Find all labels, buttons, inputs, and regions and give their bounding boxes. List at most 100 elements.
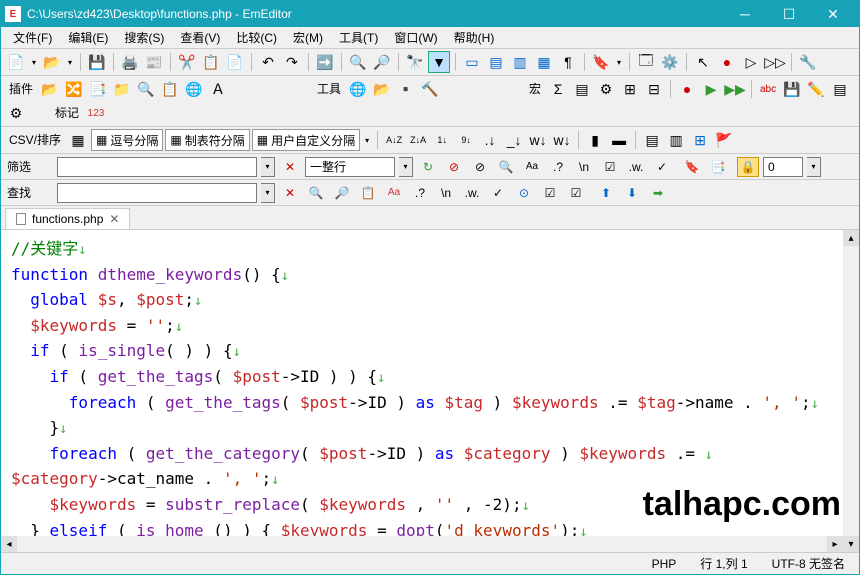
close-icon[interactable]: ✕ bbox=[109, 212, 119, 226]
save-icon[interactable]: 💾 bbox=[86, 51, 108, 73]
replace-icon[interactable]: 🔎 bbox=[371, 51, 393, 73]
cursor-icon[interactable]: ↖ bbox=[692, 51, 714, 73]
filter-num-icon[interactable]: ☑ bbox=[599, 157, 621, 177]
code-line[interactable]: foreach ( get_the_category( $post->ID ) … bbox=[11, 441, 849, 467]
menu-tools[interactable]: 工具(T) bbox=[331, 27, 386, 48]
filter-clear-icon[interactable]: ✕ bbox=[279, 157, 301, 177]
filter-lock-icon[interactable]: 🔒 bbox=[737, 157, 759, 177]
whitespace-icon[interactable]: ¶ bbox=[557, 51, 579, 73]
tool-icon[interactable]: 🔨 bbox=[419, 78, 441, 100]
csv-user-button[interactable]: ▦用户自定义分隔 bbox=[252, 129, 360, 151]
flag-icon[interactable]: 🚩 bbox=[713, 129, 735, 151]
dropdown-icon[interactable]: ▾ bbox=[362, 129, 372, 151]
find-wrap-icon[interactable]: ☑ bbox=[539, 183, 561, 203]
macro-save-icon[interactable]: 💾 bbox=[781, 78, 803, 100]
find-cnt-icon[interactable]: ☑ bbox=[565, 183, 587, 203]
code-line[interactable]: //关键字↓ bbox=[11, 236, 849, 262]
cut-icon[interactable]: ✂️ bbox=[176, 51, 198, 73]
filter-icon[interactable]: ▼ bbox=[428, 51, 450, 73]
find-next-icon[interactable]: 🔎 bbox=[331, 183, 353, 203]
menu-macro[interactable]: 宏(M) bbox=[285, 27, 331, 48]
sort-len2-icon[interactable]: _↓ bbox=[503, 129, 525, 151]
find-inc2-icon[interactable]: ✓ bbox=[487, 183, 509, 203]
plugin-search-icon[interactable]: 🔍 bbox=[135, 78, 157, 100]
bookmark-icon[interactable]: 🔖 bbox=[590, 51, 612, 73]
macro-select-icon[interactable]: ▤ bbox=[829, 78, 851, 100]
code-line[interactable]: if ( is_single( ) ) {↓ bbox=[11, 338, 849, 364]
menu-view[interactable]: 查看(V) bbox=[172, 27, 228, 48]
macro-b-icon[interactable]: ⊟ bbox=[643, 78, 665, 100]
find-in-files-icon[interactable]: 🔭 bbox=[404, 51, 426, 73]
macro-a-icon[interactable]: ⊞ bbox=[619, 78, 641, 100]
menu-help[interactable]: 帮助(H) bbox=[446, 27, 503, 48]
find-word2-icon[interactable]: .w. bbox=[461, 183, 483, 203]
plugin-outline-icon[interactable]: 📑 bbox=[87, 78, 109, 100]
new-icon[interactable]: 📄 bbox=[5, 51, 27, 73]
code-line[interactable]: function dtheme_keywords() {↓ bbox=[11, 262, 849, 288]
cmd-icon[interactable]: ▪️ bbox=[395, 78, 417, 100]
filter-abort-icon[interactable]: ⊘ bbox=[443, 157, 465, 177]
play-icon[interactable]: ▷ bbox=[740, 51, 762, 73]
macro-spell-icon[interactable]: abc bbox=[757, 78, 779, 100]
bookmark2-icon[interactable]: ▥ bbox=[665, 129, 687, 151]
macro-edit-icon[interactable]: ✏️ bbox=[805, 78, 827, 100]
redo-icon[interactable]: ↷ bbox=[281, 51, 303, 73]
filter-refresh-icon[interactable]: ↻ bbox=[417, 157, 439, 177]
open-icon[interactable]: 📂 bbox=[41, 51, 63, 73]
window-split-icon[interactable]: ▭ bbox=[461, 51, 483, 73]
undo-icon[interactable]: ↶ bbox=[257, 51, 279, 73]
code-line[interactable]: }↓ bbox=[11, 415, 849, 441]
csv-icon[interactable]: ▦ bbox=[67, 129, 89, 151]
sort-word-icon[interactable]: w↓ bbox=[527, 129, 549, 151]
sort-za-icon[interactable]: Z↓A bbox=[407, 129, 429, 151]
record-icon[interactable]: ● bbox=[716, 51, 738, 73]
scroll-up-icon[interactable]: ▴ bbox=[843, 230, 859, 246]
dropdown-icon[interactable]: ▾ bbox=[29, 51, 39, 73]
col-sel-icon[interactable]: ▮ bbox=[584, 129, 606, 151]
goto-icon[interactable]: ➡️ bbox=[314, 51, 336, 73]
macro-list-icon[interactable]: ▤ bbox=[571, 78, 593, 100]
csv-comma-button[interactable]: ▦逗号分隔 bbox=[91, 129, 163, 151]
find-hl-icon[interactable]: Aa bbox=[383, 183, 405, 203]
tab-functions[interactable]: functions.php ✕ bbox=[5, 208, 130, 229]
code-line[interactable]: foreach ( get_the_tags( $post->ID ) as $… bbox=[11, 390, 849, 416]
filter-regex-icon[interactable]: .? bbox=[547, 157, 569, 177]
copy-icon[interactable]: 📋 bbox=[200, 51, 222, 73]
sort-len-icon[interactable]: .↓ bbox=[479, 129, 501, 151]
plugin-diff-icon[interactable]: 🔀 bbox=[63, 78, 85, 100]
close-button[interactable]: ✕ bbox=[811, 2, 855, 26]
prefs-icon[interactable]: 🔧 bbox=[797, 51, 819, 73]
code-line[interactable]: $keywords = '';↓ bbox=[11, 313, 849, 339]
find-prev-icon[interactable]: 🔍 bbox=[305, 183, 327, 203]
filter-neg-icon[interactable]: ⊘ bbox=[469, 157, 491, 177]
filter-inc-icon[interactable]: ✓ bbox=[651, 157, 673, 177]
filter-count-drop-icon[interactable]: ▾ bbox=[807, 157, 821, 177]
macro-ff-icon[interactable]: ▶▶ bbox=[724, 78, 746, 100]
filter-ext-icon[interactable]: 📑 bbox=[707, 157, 729, 177]
find-sym-icon[interactable]: ⊙ bbox=[513, 183, 535, 203]
find-icon[interactable]: 🔍 bbox=[347, 51, 369, 73]
window-v-icon[interactable]: ▥ bbox=[509, 51, 531, 73]
csv-tab-button[interactable]: ▦制表符分隔 bbox=[165, 129, 249, 151]
ie-icon[interactable]: 🌐 bbox=[347, 78, 369, 100]
filter-count[interactable]: 0 bbox=[763, 157, 803, 177]
filter-mode-select[interactable]: 一整行 bbox=[305, 157, 395, 177]
find-esc2-icon[interactable]: \n bbox=[435, 183, 457, 203]
find-clear-icon[interactable]: ✕ bbox=[279, 183, 301, 203]
find-up-icon[interactable]: ⬆ bbox=[595, 183, 617, 203]
marker-icon[interactable]: 123 bbox=[85, 102, 107, 124]
plugin-web-icon[interactable]: 🌐 bbox=[183, 78, 205, 100]
filter-mode-dropdown-icon[interactable]: ▾ bbox=[399, 157, 413, 177]
dedup-icon[interactable]: ▤ bbox=[641, 129, 663, 151]
filter-bm-icon[interactable]: 🔖 bbox=[681, 157, 703, 177]
print-icon[interactable]: 🖨️ bbox=[119, 51, 141, 73]
menu-compare[interactable]: 比较(C) bbox=[228, 27, 285, 48]
group-icon[interactable]: ⊞ bbox=[689, 129, 711, 151]
macro-play-icon[interactable]: ▶ bbox=[700, 78, 722, 100]
properties-icon[interactable]: 🗔 bbox=[635, 51, 657, 73]
filter-esc-icon[interactable]: \n bbox=[573, 157, 595, 177]
minimize-button[interactable]: ─ bbox=[723, 2, 767, 26]
sort-num-icon[interactable]: 1↓ bbox=[431, 129, 453, 151]
sort-az-icon[interactable]: A↓Z bbox=[383, 129, 405, 151]
code-line[interactable]: if ( get_the_tags( $post->ID ) ) {↓ bbox=[11, 364, 849, 390]
